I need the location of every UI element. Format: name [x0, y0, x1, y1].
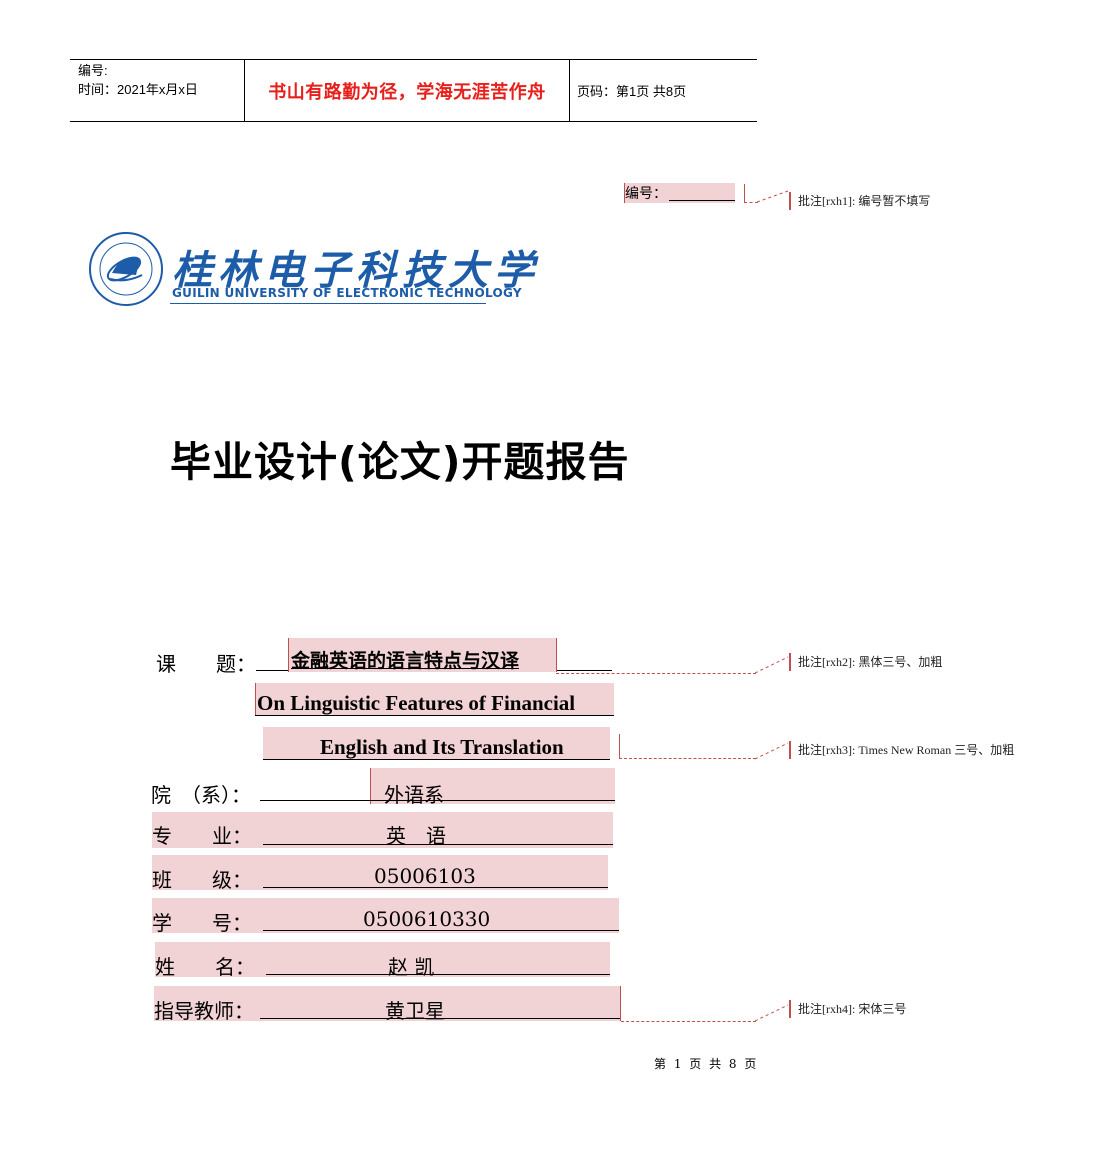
name-value: 赵 凯	[388, 955, 435, 979]
department-underline-left	[260, 800, 370, 801]
major-label: 专 业：	[152, 824, 252, 848]
comment-rxh1[interactable]: 批注[rxh1]: 编号暂不填写	[789, 192, 930, 210]
topic-en-line1-field[interactable]: On Linguistic Features of Financial	[255, 683, 614, 716]
class-underline	[263, 887, 608, 888]
header-divider	[244, 59, 245, 122]
serial-number-underline	[669, 200, 735, 201]
major-row[interactable]: 专 业： 英 语	[152, 812, 613, 848]
header-serial-label: 编号:	[78, 63, 108, 78]
department-label: 院 （系）：	[151, 783, 251, 807]
university-emblem-icon	[89, 232, 163, 306]
department-value: 外语系	[384, 783, 444, 807]
class-row[interactable]: 班 级： 05006103	[152, 855, 608, 892]
university-name-en: GUILIN UNIVERSITY OF ELECTRONIC TECHNOLO…	[172, 286, 522, 300]
student-id-value: 0500610330	[363, 907, 491, 931]
comment-connector	[556, 673, 756, 674]
topic-cn-field[interactable]: 金融英语的语言特点与汉译	[288, 638, 557, 672]
advisor-row[interactable]: 指导教师： 黄卫星	[154, 986, 621, 1023]
student-id-underline	[263, 930, 619, 931]
header-divider	[569, 59, 570, 122]
document-title: 毕业设计(论文)开题报告	[170, 438, 630, 486]
page-footer: 第 1 页 共 8 页	[654, 1057, 759, 1071]
class-label: 班 级：	[152, 868, 252, 892]
header-bottom-border	[70, 121, 757, 122]
topic-label: 课 题：	[156, 652, 256, 676]
name-label: 姓 名：	[155, 955, 255, 979]
comment-anchor-line	[619, 734, 620, 758]
header-page-info: 页码：第1页 共8页	[577, 84, 687, 99]
name-row[interactable]: 姓 名： 赵 凯	[155, 942, 610, 979]
department-underline	[370, 800, 615, 801]
department-field[interactable]: 外语系	[370, 768, 615, 807]
advisor-value: 黄卫星	[385, 999, 445, 1023]
student-id-label: 学 号：	[152, 911, 252, 935]
class-value: 05006103	[374, 864, 476, 888]
header-date: 时间：2021年x月x日	[78, 82, 198, 97]
comment-connector	[621, 1021, 756, 1022]
comment-connector	[619, 758, 756, 759]
major-underline	[263, 844, 613, 845]
topic-en-line1-underline	[255, 715, 614, 716]
advisor-label: 指导教师：	[154, 999, 254, 1023]
comment-rxh4[interactable]: 批注[rxh4]: 宋体三号	[789, 1000, 906, 1018]
topic-en-line2-field[interactable]: English and Its Translation	[263, 727, 610, 760]
header-left-cell: 编号: 时间：2021年x月x日	[78, 61, 198, 99]
header-top-border	[70, 59, 757, 60]
comment-rxh3[interactable]: 批注[rxh3]: Times New Roman 三号、加粗	[789, 741, 1014, 759]
topic-en-line2-value: English and Its Translation	[320, 735, 564, 759]
comment-connector-slope	[755, 656, 789, 674]
comment-connector-slope	[757, 190, 789, 203]
name-underline	[266, 974, 610, 975]
topic-en-line2-underline	[263, 759, 610, 760]
comment-connector-slope	[755, 1004, 789, 1022]
comment-anchor-line	[744, 184, 745, 202]
comment-connector	[744, 202, 758, 203]
advisor-underline	[260, 1018, 620, 1019]
serial-number-label: 编号：	[625, 186, 667, 202]
topic-cn-value: 金融英语的语言特点与汉译	[291, 650, 520, 672]
comment-rxh2[interactable]: 批注[rxh2]: 黑体三号、加粗	[789, 653, 942, 671]
header-motto: 书山有路勤为径，学海无涯苦作舟	[268, 82, 546, 103]
comment-connector-slope	[755, 742, 789, 760]
serial-number-field[interactable]: 编号：	[624, 183, 735, 203]
topic-en-line1-value: On Linguistic Features of Financial	[257, 691, 576, 715]
logo-underline	[170, 303, 486, 304]
student-id-row[interactable]: 学 号： 0500610330	[152, 898, 619, 935]
